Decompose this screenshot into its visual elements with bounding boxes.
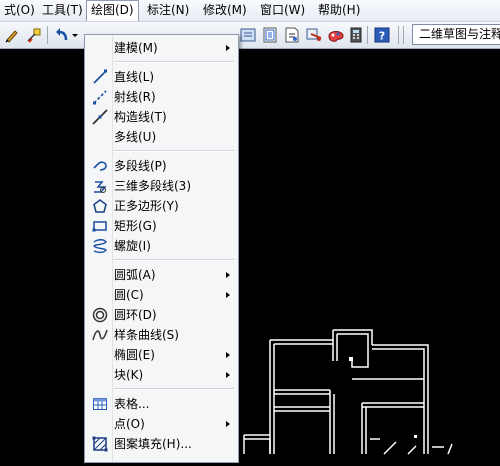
menu-tools[interactable]: 工具(T) [38, 0, 87, 21]
menu-item-ellipse[interactable]: 椭圆(E) [87, 345, 236, 365]
polyline-icon [93, 161, 107, 171]
toolbar: ? 二维草图与注释 [0, 22, 500, 49]
menu-item-multiline[interactable]: 多线(U) [87, 127, 236, 147]
polygon-icon [93, 199, 107, 213]
menu-item-ray[interactable]: 射线(R) [87, 87, 236, 107]
menu-item-label: 多线(U) [114, 130, 157, 144]
menu-item-polyline[interactable]: 多段线(P) [87, 156, 236, 176]
menu-item-label: 三维多段线(3) [114, 179, 191, 193]
properties-icon[interactable] [282, 25, 302, 45]
submenu-arrow-icon [226, 292, 230, 298]
quick-select-icon[interactable] [24, 25, 44, 45]
submenu-arrow-icon [226, 45, 230, 51]
table-icon [93, 398, 107, 410]
menu-format[interactable]: 式(O) [0, 0, 39, 21]
menu-separator [114, 61, 234, 63]
help-icon[interactable]: ? [372, 25, 392, 45]
toolbar-separator [47, 26, 48, 44]
menu-item-label: 块(K) [114, 368, 144, 382]
menu-separator [114, 150, 234, 152]
menu-item-helix[interactable]: 螺旋(I) [87, 236, 236, 256]
menu-item-label: 圆环(D) [114, 308, 157, 322]
menu-item-spline[interactable]: 样条曲线(S) [87, 325, 236, 345]
menu-item-label: 点(O) [114, 417, 145, 431]
menu-item-label: 建模(M) [114, 41, 158, 55]
toolbar-grip [403, 26, 404, 44]
menu-item-arc[interactable]: 圆弧(A) [87, 265, 236, 285]
toolbar-separator [367, 26, 368, 44]
menu-item-label: 构造线(T) [114, 110, 167, 124]
submenu-arrow-icon [226, 372, 230, 378]
menu-item-label: 矩形(G) [114, 219, 157, 233]
3d-polyline-icon [94, 181, 107, 193]
toolbar-separator [398, 26, 399, 44]
menu-item-label: 正多边形(Y) [114, 199, 179, 213]
menu-dimension[interactable]: 标注(N) [143, 0, 193, 21]
menu-item-rectangle[interactable]: 矩形(G) [87, 216, 236, 236]
menu-separator [114, 259, 234, 261]
tool-palettes-icon[interactable] [326, 25, 346, 45]
pan-icon[interactable] [238, 25, 258, 45]
menu-item-label: 直线(L) [114, 70, 155, 84]
menu-item-3d-polyline[interactable]: 三维多段线(3) [87, 176, 236, 196]
menu-item-label: 椭圆(E) [114, 348, 155, 362]
design-center-icon[interactable] [304, 25, 324, 45]
zoom-icon[interactable] [260, 25, 280, 45]
menu-item-donut[interactable]: 圆环(D) [87, 305, 236, 325]
floor-plan-drawing [243, 329, 453, 455]
menu-item-modeling[interactable]: 建模(M) [87, 38, 236, 58]
menu-help[interactable]: 帮助(H) [314, 0, 364, 21]
calculator-icon[interactable] [346, 25, 366, 45]
menu-item-point[interactable]: 点(O) [87, 414, 236, 434]
construction-line-icon [92, 109, 108, 125]
svg-text:?: ? [379, 30, 385, 43]
menu-item-hatch[interactable]: 图案填充(H)... [87, 434, 236, 454]
menu-item-label: 圆(C) [114, 288, 144, 302]
menu-item-label: 样条曲线(S) [114, 328, 179, 342]
submenu-arrow-icon [226, 352, 230, 358]
ray-icon [93, 90, 107, 105]
spline-icon [92, 329, 108, 341]
menu-draw[interactable]: 绘图(D) [86, 0, 139, 21]
menu-item-circle[interactable]: 圆(C) [87, 285, 236, 305]
workspace-select[interactable]: 二维草图与注释 [412, 24, 500, 45]
match-properties-icon[interactable] [2, 25, 22, 45]
menu-item-label: 表格... [114, 397, 150, 411]
hatch-icon [92, 436, 108, 452]
menu-item-label: 射线(R) [114, 90, 156, 104]
menu-modify[interactable]: 修改(M) [199, 0, 251, 21]
menu-item-label: 多段线(P) [114, 159, 167, 173]
drawing-canvas[interactable] [0, 49, 500, 463]
line-icon [93, 69, 107, 84]
donut-icon [92, 307, 108, 323]
menu-item-label: 图案填充(H)... [114, 437, 192, 451]
submenu-arrow-icon [226, 272, 230, 278]
menu-item-label: 螺旋(I) [114, 239, 151, 253]
draw-menu-dropdown: 建模(M) 直线(L) 射线(R) 构造线(T) 多线(U) 多段线(P) 三维… [84, 34, 239, 463]
undo-icon[interactable] [52, 25, 72, 45]
menu-item-polygon[interactable]: 正多边形(Y) [87, 196, 236, 216]
menu-item-table[interactable]: 表格... [87, 394, 236, 414]
menu-item-line[interactable]: 直线(L) [87, 67, 236, 87]
menu-bar: 式(O) 工具(T) 绘图(D) 标注(N) 修改(M) 窗口(W) 帮助(H) [0, 0, 500, 22]
menu-item-block[interactable]: 块(K) [87, 365, 236, 385]
menu-window[interactable]: 窗口(W) [256, 0, 309, 21]
menu-item-construction-line[interactable]: 构造线(T) [87, 107, 236, 127]
submenu-arrow-icon [226, 421, 230, 427]
rectangle-icon [92, 221, 107, 232]
menu-item-label: 圆弧(A) [114, 268, 156, 282]
undo-dropdown-icon[interactable] [70, 25, 80, 45]
helix-icon [93, 239, 107, 254]
menu-separator [114, 388, 234, 390]
